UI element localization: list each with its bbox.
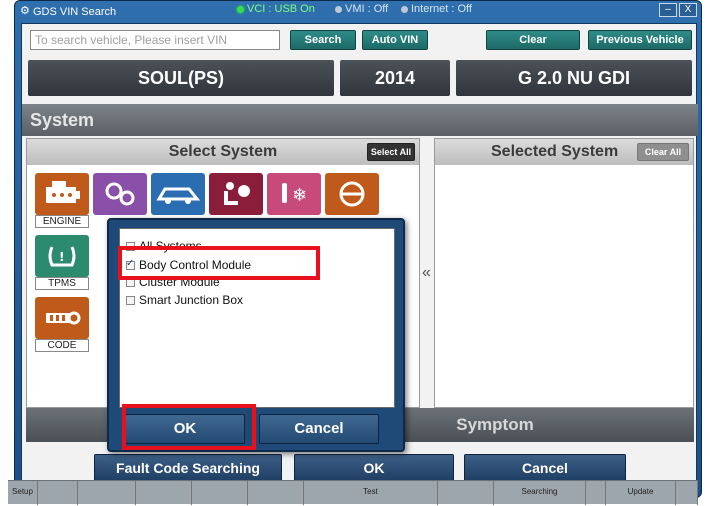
title-bar: ⚙ GDS VIN Search VCI : USB On VMI : Off … xyxy=(15,1,701,21)
select-system-label: Select System xyxy=(168,143,278,160)
taskbar-test[interactable]: Test xyxy=(304,481,438,505)
system-transmission[interactable] xyxy=(93,173,147,215)
collapse-arrow-icon[interactable]: « xyxy=(422,264,431,282)
selected-system-label: Selected System xyxy=(491,143,619,160)
vmi-status-icon xyxy=(335,5,342,13)
minimize-button[interactable]: – xyxy=(659,3,677,17)
vehicle-model[interactable]: SOUL(PS) xyxy=(28,60,334,96)
taskbar-cell[interactable] xyxy=(136,481,192,505)
close-button[interactable]: X xyxy=(679,3,697,17)
auto-vin-button[interactable]: Auto VIN xyxy=(362,30,428,50)
svg-text:!: ! xyxy=(59,250,64,264)
checkbox-icon[interactable] xyxy=(126,295,135,305)
code-label: CODE xyxy=(35,339,89,352)
taskbar-cell[interactable] xyxy=(586,481,606,505)
selected-system-panel: Selected System Clear All xyxy=(434,138,694,408)
steering-icon xyxy=(325,173,379,215)
system-body[interactable] xyxy=(151,173,205,215)
svg-text:❄: ❄ xyxy=(292,185,307,206)
taskbar-searching[interactable]: Searching xyxy=(494,481,586,505)
internet-status-icon xyxy=(401,5,408,13)
status-vmi: VMI : Off xyxy=(335,3,388,15)
checkbox-icon[interactable] xyxy=(126,277,135,287)
select-system-title: Select System xyxy=(27,139,419,165)
taskbar-cell[interactable] xyxy=(38,481,78,505)
checkbox-checked-icon[interactable] xyxy=(126,258,135,270)
clear-button[interactable]: Clear xyxy=(486,30,580,50)
status-internet: Internet : Off xyxy=(401,3,472,15)
system-steering[interactable] xyxy=(325,173,379,215)
system-tpms[interactable]: ! TPMS xyxy=(35,235,89,290)
checklist-item-smart-junction-box[interactable]: Smart Junction Box xyxy=(126,293,243,307)
system-select-dialog: All Systems Body Control Module Cluster … xyxy=(107,218,405,452)
item-label: All Systems xyxy=(139,239,202,253)
transmission-icon xyxy=(93,173,147,215)
system-climate[interactable]: ❄ xyxy=(267,173,321,215)
taskbar-cell[interactable] xyxy=(192,481,248,505)
item-label: Cluster Module xyxy=(139,275,220,289)
taskbar-cell[interactable] xyxy=(676,481,698,505)
vehicle-year[interactable]: 2014 xyxy=(340,60,450,96)
select-all-button[interactable]: Select All xyxy=(367,143,415,161)
vehicle-engine[interactable]: G 2.0 NU GDI xyxy=(456,60,692,96)
tpms-icon: ! xyxy=(35,235,89,277)
vci-status-label: VCI : USB On xyxy=(247,3,315,15)
code-icon xyxy=(35,297,89,339)
internet-status-label: Internet : Off xyxy=(411,3,472,15)
system-code[interactable]: CODE xyxy=(35,297,89,352)
taskbar-cell[interactable] xyxy=(438,481,494,505)
footer-cancel-button[interactable]: Cancel xyxy=(464,454,626,482)
dialog-cancel-button[interactable]: Cancel xyxy=(259,414,379,444)
status-vci: VCI : USB On xyxy=(237,3,315,15)
vin-search-input[interactable] xyxy=(30,30,280,50)
climate-icon: ❄ xyxy=(267,173,321,215)
taskbar-setup[interactable]: Setup xyxy=(8,481,38,505)
vehicle-body-icon xyxy=(151,173,205,215)
system-airbag[interactable] xyxy=(209,173,263,215)
previous-vehicle-button[interactable]: Previous Vehicle xyxy=(588,30,692,50)
checkbox-icon[interactable] xyxy=(126,241,135,251)
engine-label: ENGINE xyxy=(35,215,89,228)
checklist-item-body-control-module[interactable]: Body Control Module xyxy=(126,258,251,272)
taskbar-cell[interactable] xyxy=(78,481,136,505)
dialog-ok-button[interactable]: OK xyxy=(125,414,245,444)
vci-status-icon xyxy=(237,5,244,13)
vmi-status-label: VMI : Off xyxy=(345,3,389,15)
taskbar-cell[interactable] xyxy=(248,481,304,505)
item-label: Body Control Module xyxy=(139,258,252,272)
checklist-item-all-systems[interactable]: All Systems xyxy=(126,239,202,253)
search-button[interactable]: Search xyxy=(290,30,356,50)
engine-icon xyxy=(35,173,89,215)
system-header: System xyxy=(22,104,698,136)
window-title: GDS VIN Search xyxy=(33,6,117,18)
seat-airbag-icon xyxy=(209,173,263,215)
system-engine[interactable]: ENGINE xyxy=(35,173,89,228)
tpms-label: TPMS xyxy=(35,277,89,290)
footer-ok-button[interactable]: OK xyxy=(294,454,454,482)
system-checklist: All Systems Body Control Module Cluster … xyxy=(119,228,395,408)
app-icon: ⚙ xyxy=(20,5,30,17)
checklist-item-cluster-module[interactable]: Cluster Module xyxy=(126,275,220,289)
item-label: Smart Junction Box xyxy=(139,293,244,307)
fault-code-searching-button[interactable]: Fault Code Searching xyxy=(94,454,282,482)
taskbar-update[interactable]: Update xyxy=(606,481,676,505)
clear-all-button[interactable]: Clear All xyxy=(637,143,689,161)
taskbar: Setup Test Searching Update xyxy=(8,480,698,505)
